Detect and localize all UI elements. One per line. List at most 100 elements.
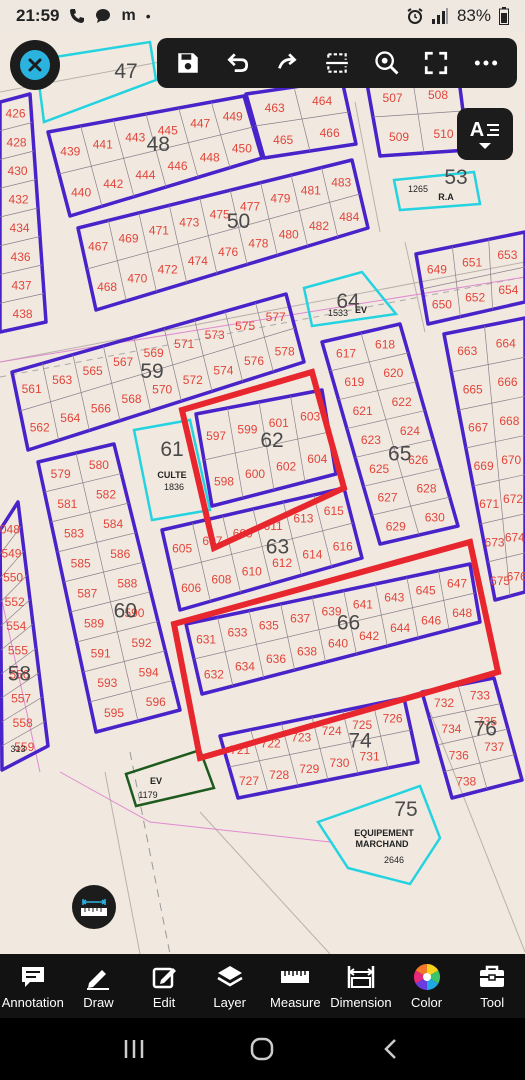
lot-number: 632 bbox=[204, 667, 224, 681]
tool-draw[interactable]: Draw bbox=[66, 954, 132, 1018]
chevron-down-icon bbox=[479, 142, 491, 149]
text-mode-button[interactable]: A bbox=[457, 108, 513, 160]
lot-number: 450 bbox=[232, 141, 252, 155]
close-button[interactable] bbox=[10, 40, 60, 90]
tool-tool[interactable]: Tool bbox=[459, 954, 525, 1018]
lot-number: 601 bbox=[269, 416, 289, 430]
recent-apps-button[interactable] bbox=[109, 1024, 159, 1074]
dot-icon: • bbox=[145, 8, 151, 24]
tool-measure[interactable]: Measure bbox=[263, 954, 329, 1018]
lot-number: 598 bbox=[214, 475, 234, 489]
home-button[interactable] bbox=[237, 1024, 287, 1074]
lot-number: 473 bbox=[179, 216, 199, 230]
block-74[interactable]: 721 722 723 724 725 726727 728 729 730 73174 bbox=[218, 696, 420, 800]
save-button[interactable] bbox=[168, 43, 208, 83]
tool-label: Annotation bbox=[1, 994, 64, 1010]
block-number: 63 bbox=[266, 535, 289, 558]
lot-number: 616 bbox=[333, 539, 353, 553]
zone-area: 1265 bbox=[408, 184, 428, 194]
lot-number: 579 bbox=[51, 467, 71, 481]
lot-number: 437 bbox=[12, 278, 32, 292]
lot-number: 483 bbox=[331, 176, 351, 190]
lot-number: 575 bbox=[235, 319, 255, 333]
lot-number: 600 bbox=[245, 467, 265, 481]
lot-number: 507 bbox=[383, 91, 403, 105]
lot-number: 574 bbox=[213, 364, 233, 378]
undo-icon bbox=[226, 53, 248, 72]
tool-annotation[interactable]: Annotation bbox=[0, 954, 66, 1018]
lot-number: 663 bbox=[457, 344, 477, 358]
phone-icon bbox=[69, 8, 85, 24]
lot-number: 637 bbox=[290, 612, 310, 626]
lot-number: 578 bbox=[275, 344, 295, 358]
lot-number: 652 bbox=[465, 290, 485, 304]
block-62[interactable]: 597 599 601 603 598 600 602 604 62 bbox=[194, 388, 338, 508]
zone-area: 1836 bbox=[164, 482, 184, 492]
block-number: 64 bbox=[336, 290, 360, 313]
lot-number: 438 bbox=[13, 307, 33, 321]
measure-floating-button[interactable] bbox=[72, 885, 116, 929]
toolbox-icon bbox=[480, 965, 505, 987]
back-button[interactable] bbox=[366, 1024, 416, 1074]
lot-number: 625 bbox=[369, 462, 389, 476]
lot-number: 594 bbox=[139, 665, 159, 679]
block-number: 58 bbox=[8, 662, 31, 685]
lot-number: 728 bbox=[269, 768, 289, 782]
lot-number: 596 bbox=[146, 695, 166, 709]
fullscreen-button[interactable] bbox=[416, 43, 456, 83]
block-46[interactable]: 463 464 465 466 bbox=[244, 78, 358, 160]
lot-number: 673 bbox=[485, 535, 505, 549]
lot-number: 562 bbox=[30, 421, 50, 435]
block-58[interactable]: 04854955055255455555655755855958 bbox=[0, 500, 50, 772]
tool-label: Color bbox=[411, 994, 443, 1010]
undo-button[interactable] bbox=[218, 43, 258, 83]
lot-number: 580 bbox=[89, 458, 109, 472]
lot-number: 642 bbox=[359, 629, 379, 643]
lot-number: 549 bbox=[1, 547, 21, 561]
lot-number: 736 bbox=[449, 748, 469, 762]
zone-equipement[interactable]: EQUIPEMENTMARCHAND 2646 bbox=[316, 784, 442, 886]
lot-number: 482 bbox=[309, 219, 329, 233]
more-button[interactable] bbox=[466, 43, 506, 83]
tool-layer[interactable]: Layer bbox=[197, 954, 263, 1018]
block-76[interactable]: 73273373473573673773876 bbox=[420, 676, 524, 800]
block-60[interactable]: 5795805815825835845855865875885895905915… bbox=[36, 442, 182, 734]
lot-number: 555 bbox=[8, 643, 28, 657]
lot-number: 624 bbox=[400, 424, 420, 438]
block-right-top[interactable]: 649 651 653 650 652 654 bbox=[414, 230, 525, 326]
lot-number: 622 bbox=[392, 395, 412, 409]
lot-number: 634 bbox=[235, 660, 255, 674]
lot-number: 484 bbox=[339, 210, 359, 224]
block-left-edge[interactable]: 426 428 430 432 434 436 437 438 bbox=[0, 92, 48, 334]
battery-icon bbox=[499, 7, 509, 25]
lot-number: 608 bbox=[211, 573, 231, 587]
redo-button[interactable] bbox=[267, 43, 307, 83]
block-48[interactable]: 43944144344544744944044244444644845048 bbox=[46, 94, 264, 218]
lot-number: 448 bbox=[200, 150, 220, 164]
block-right2[interactable]: 663664665666667 668669 670671 672673 6746756… bbox=[442, 316, 525, 602]
tool-label: Draw bbox=[83, 994, 114, 1010]
lot-number: 444 bbox=[135, 168, 155, 182]
lot-number: 436 bbox=[11, 250, 31, 264]
tool-dimension[interactable]: Dimension bbox=[328, 954, 394, 1018]
block-number: 47 bbox=[114, 60, 137, 83]
lot-number: 729 bbox=[299, 762, 319, 776]
lot-number: 603 bbox=[300, 409, 320, 423]
lot-number: 048 bbox=[0, 522, 20, 536]
zoom-fit-button[interactable] bbox=[367, 43, 407, 83]
lot-number: 470 bbox=[127, 271, 147, 285]
lot-number: 605 bbox=[172, 541, 192, 555]
tool-color[interactable]: Color bbox=[394, 954, 460, 1018]
lot-number: 432 bbox=[9, 193, 29, 207]
lot-number: 610 bbox=[242, 564, 262, 578]
annotation-icon bbox=[21, 966, 44, 987]
lot-number: 734 bbox=[441, 722, 461, 736]
lot-number: 667 bbox=[468, 421, 488, 435]
lot-number: 583 bbox=[64, 527, 84, 541]
split-view-button[interactable] bbox=[317, 43, 357, 83]
map-canvas[interactable]: 1265 R.A 1533 EV CULTE 1836 EV 1179 EQUIPEMENT MA… bbox=[0, 32, 525, 954]
lot-number: 592 bbox=[132, 636, 152, 650]
tool-edit[interactable]: Edit bbox=[131, 954, 197, 1018]
cadastral-plan[interactable]: 1265R.A1533 EVCULTE1836EV1179EQUIPEMENTMA… bbox=[0, 32, 525, 954]
lot-number: 466 bbox=[320, 126, 340, 140]
